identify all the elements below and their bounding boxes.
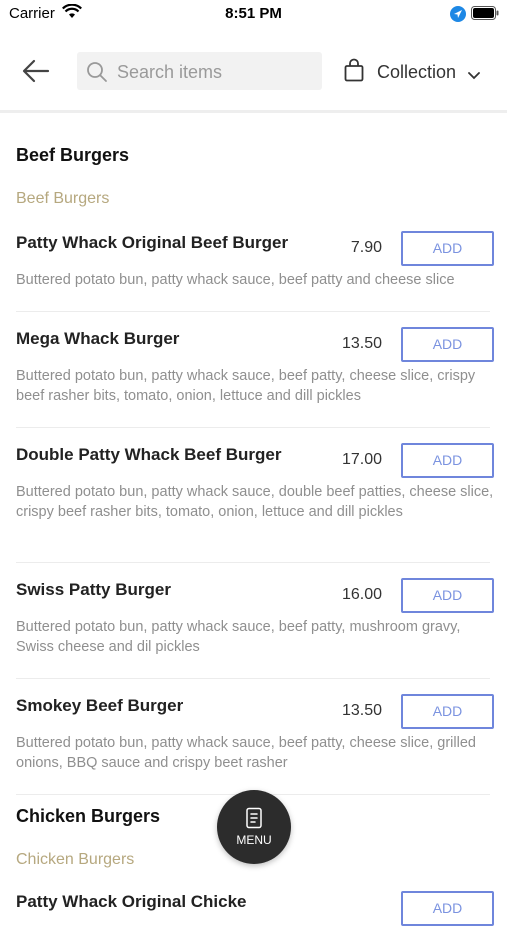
- item-name: Swiss Patty Burger: [16, 580, 171, 599]
- add-button[interactable]: ADD: [401, 694, 494, 729]
- item-description: Buttered potato bun, patty whack sauce, …: [16, 272, 455, 288]
- item-price: 17.00: [341, 451, 382, 468]
- menu-card-icon: [245, 807, 263, 834]
- add-button[interactable]: ADD: [401, 578, 494, 613]
- item-name: Double Patty Whack Beef Burger: [16, 445, 282, 464]
- item-price: 16.00: [341, 586, 382, 603]
- item-name: Patty Whack Original Chicke: [16, 892, 247, 911]
- battery-icon: [471, 6, 499, 24]
- divider: [16, 311, 490, 312]
- chevron-down-icon: [468, 67, 480, 85]
- menu-button-label: MENU: [236, 833, 272, 847]
- status-bar: Carrier 8:51 PM: [0, 0, 507, 30]
- item-description: Buttered potato bun, patty whack sauce, …: [16, 619, 461, 655]
- item-price: 13.50: [341, 335, 382, 352]
- top-bar: Collection: [0, 30, 507, 113]
- search-box[interactable]: [77, 52, 322, 92]
- add-button[interactable]: ADD: [401, 231, 494, 266]
- section-subtitle: Beef Burgers: [16, 190, 110, 207]
- section-subtitle: Chicken Burgers: [16, 851, 135, 868]
- location-icon: [450, 6, 466, 26]
- divider: [16, 427, 490, 428]
- shopping-bag-icon: [344, 58, 364, 87]
- item-description: Buttered potato bun, patty whack sauce, …: [16, 735, 476, 771]
- menu-button[interactable]: MENU: [217, 790, 291, 864]
- section-title: Beef Burgers: [16, 145, 130, 165]
- divider: [16, 562, 490, 563]
- back-arrow-icon: [22, 59, 50, 83]
- collection-label: Collection: [377, 62, 457, 82]
- status-time: 8:51 PM: [225, 5, 282, 22]
- item-name: Smokey Beef Burger: [16, 696, 184, 715]
- back-button[interactable]: [20, 57, 52, 85]
- item-price: 13.50: [341, 702, 382, 719]
- divider: [16, 678, 490, 679]
- search-input[interactable]: [115, 52, 319, 92]
- search-icon: [86, 61, 108, 88]
- item-description: Buttered potato bun, patty whack sauce, …: [16, 368, 476, 404]
- add-button[interactable]: ADD: [401, 327, 494, 362]
- item-description: Buttered potato bun, patty whack sauce, …: [16, 484, 494, 520]
- add-button[interactable]: ADD: [401, 891, 494, 926]
- section-title: Chicken Burgers: [16, 806, 161, 826]
- item-name: Mega Whack Burger: [16, 329, 180, 348]
- item-name: Patty Whack Original Beef Burger: [16, 233, 289, 252]
- add-button[interactable]: ADD: [401, 443, 494, 478]
- item-price: 7.90: [350, 239, 382, 256]
